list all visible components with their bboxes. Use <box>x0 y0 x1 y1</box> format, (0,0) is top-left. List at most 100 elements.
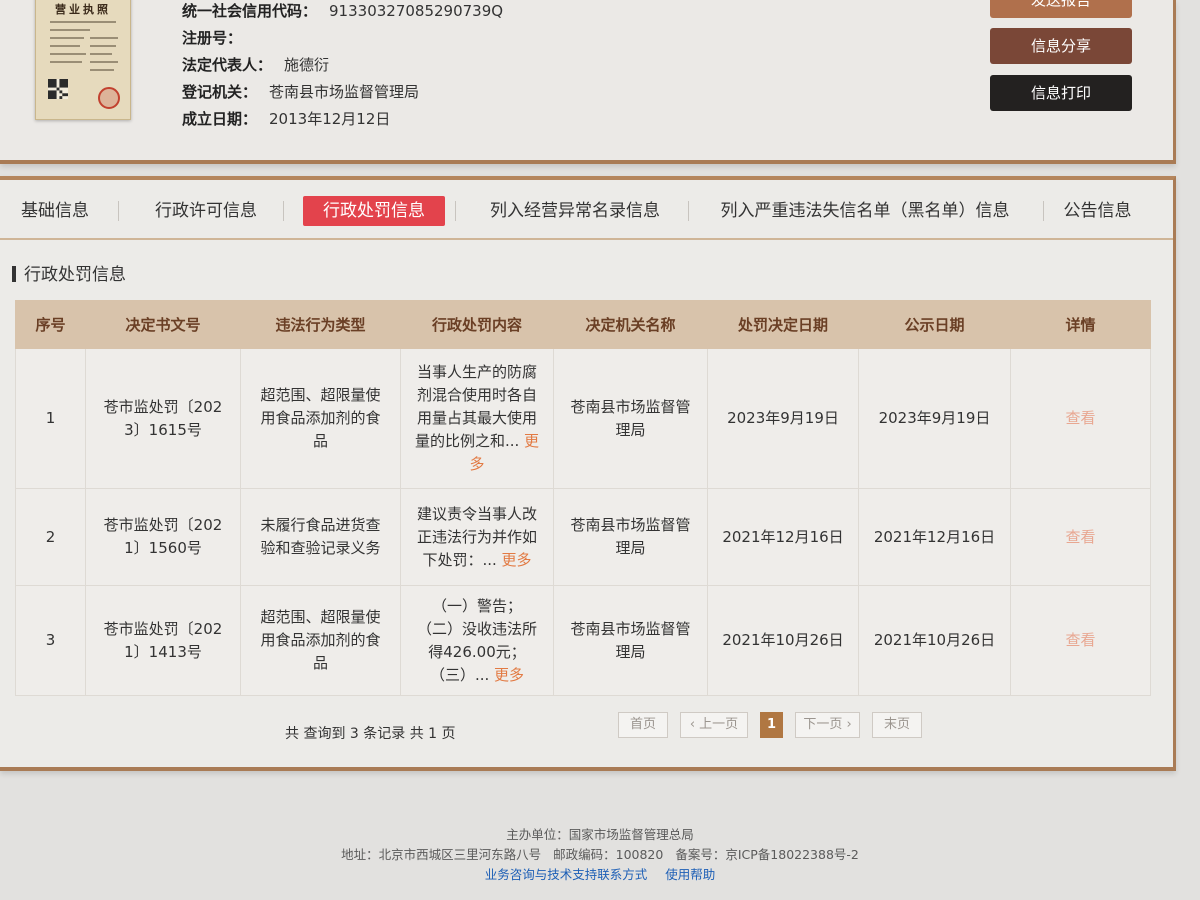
cell-penalty-content: 当事人生产的防腐剂混合使用时各自用量占其最大使用量的比例之和... 更多 <box>400 348 554 489</box>
tab-bar: 基础信息 行政许可信息 行政处罚信息 列入经营异常名录信息 列入严重违法失信名单… <box>0 180 1173 240</box>
first-page-button[interactable]: 首页 <box>618 712 668 738</box>
help-link[interactable]: 使用帮助 <box>665 867 715 882</box>
detail-card: 基础信息 行政许可信息 行政处罚信息 列入经营异常名录信息 列入严重违法失信名单… <box>0 176 1176 771</box>
current-page-button[interactable]: 1 <box>760 712 783 738</box>
col-header-detail: 详情 <box>1010 300 1151 349</box>
tab-basic-info[interactable]: 基础信息 <box>5 196 105 226</box>
cell-detail: 查看 <box>1010 488 1151 586</box>
cell-decision-date: 2021年10月26日 <box>707 585 859 696</box>
tab-divider <box>118 201 119 221</box>
record-count-summary: 共 查询到 3 条记录 共 1 页 <box>285 726 456 742</box>
business-license-thumbnail[interactable]: 营业执照 <box>35 0 131 120</box>
qr-code-icon <box>48 79 68 99</box>
cell-authority: 苍南县市场监督管理局 <box>553 488 708 586</box>
tab-divider <box>283 201 284 221</box>
footer-sponsor: 主办单位：国家市场监督管理总局 <box>506 827 694 842</box>
cell-decision-number: 苍市监处罚〔2023〕1615号 <box>85 348 241 489</box>
seal-stamp-icon <box>98 87 120 109</box>
cell-violation-type: 超范围、超限量使用食品添加剂的食品 <box>240 585 401 696</box>
last-page-button[interactable]: 末页 <box>872 712 922 738</box>
table-row: 2 苍市监处罚〔2021〕1560号 未履行食品进货查验和查验记录义务 建议责令… <box>15 488 1151 586</box>
license-text-line <box>90 69 114 71</box>
share-info-button[interactable]: 信息分享 <box>990 28 1132 64</box>
col-header-violation-type: 违法行为类型 <box>240 300 401 349</box>
more-link[interactable]: 更多 <box>502 551 532 569</box>
field-establishment-date: 成立日期： 2013年12月12日 <box>182 106 503 133</box>
field-value: 2013年12月12日 <box>269 110 391 128</box>
field-credit-code: 统一社会信用代码： 91330327085290739Q <box>182 0 503 25</box>
col-header-publish-date: 公示日期 <box>858 300 1011 349</box>
next-page-button[interactable]: 下一页 › <box>795 712 860 738</box>
field-legal-representative: 法定代表人： 施德衍 <box>182 52 503 79</box>
cell-publish-date: 2021年12月16日 <box>858 488 1011 586</box>
tab-divider <box>1043 201 1044 221</box>
previous-page-button[interactable]: ‹ 上一页 <box>680 712 748 738</box>
license-text-line <box>50 53 86 55</box>
view-detail-link[interactable]: 查看 <box>1065 631 1095 649</box>
cell-index: 2 <box>15 488 86 586</box>
license-text-line <box>90 37 118 39</box>
table-header-row: 序号 决定书文号 违法行为类型 行政处罚内容 决定机关名称 处罚决定日期 公示日… <box>15 300 1151 349</box>
field-registration-authority: 登记机关： 苍南县市场监督管理局 <box>182 79 503 106</box>
cell-detail: 查看 <box>1010 348 1151 489</box>
footer-links: 业务咨询与技术支持联系方式 使用帮助 <box>0 865 1200 885</box>
license-text-line <box>90 45 116 47</box>
site-footer: 主办单位：国家市场监督管理总局 地址：北京市西城区三里河东路八号 邮政编码：100… <box>0 825 1200 885</box>
view-detail-link[interactable]: 查看 <box>1065 528 1095 546</box>
footer-address: 地址：北京市西城区三里河东路八号 <box>341 847 542 862</box>
table-row: 3 苍市监处罚〔2021〕1413号 超范围、超限量使用食品添加剂的食品 （一）… <box>15 585 1151 696</box>
more-link[interactable]: 更多 <box>494 666 524 684</box>
pagination: 首页 ‹ 上一页 1 下一页 › 末页 <box>618 712 922 738</box>
field-value: 施德衍 <box>284 56 330 74</box>
license-text-line <box>90 53 112 55</box>
section-title-text: 行政处罚信息 <box>24 265 126 285</box>
license-text-line <box>50 29 90 31</box>
support-contact-link[interactable]: 业务咨询与技术支持联系方式 <box>485 867 648 882</box>
send-report-button[interactable]: 发送报告 <box>990 0 1132 18</box>
view-detail-link[interactable]: 查看 <box>1065 409 1095 427</box>
license-text-line <box>50 37 84 39</box>
table-row: 1 苍市监处罚〔2023〕1615号 超范围、超限量使用食品添加剂的食品 当事人… <box>15 348 1151 489</box>
footer-postcode: 邮政编码：100820 <box>553 847 664 862</box>
tab-administrative-license[interactable]: 行政许可信息 <box>146 196 266 226</box>
print-info-button[interactable]: 信息打印 <box>990 75 1132 111</box>
tab-announcements[interactable]: 公告信息 <box>1055 196 1140 226</box>
cell-publish-date: 2021年10月26日 <box>858 585 1011 696</box>
tab-serious-violation-blacklist[interactable]: 列入严重违法失信名单（黑名单）信息 <box>705 196 1025 226</box>
section-marker-icon <box>12 266 16 282</box>
penalty-table: 序号 决定书文号 违法行为类型 行政处罚内容 决定机关名称 处罚决定日期 公示日… <box>15 300 1151 696</box>
cell-penalty-content: 建议责令当事人改正违法行为并作如下处罚：... 更多 <box>400 488 554 586</box>
license-text-line <box>50 21 116 23</box>
license-text-line <box>50 61 82 63</box>
cell-publish-date: 2023年9月19日 <box>858 348 1011 489</box>
cell-authority: 苍南县市场监督管理局 <box>553 348 708 489</box>
field-label: 法定代表人： <box>182 56 273 74</box>
cell-violation-type: 超范围、超限量使用食品添加剂的食品 <box>240 348 401 489</box>
cell-violation-type: 未履行食品进货查验和查验记录义务 <box>240 488 401 586</box>
tab-administrative-penalty[interactable]: 行政处罚信息 <box>303 196 445 226</box>
cell-detail: 查看 <box>1010 585 1151 696</box>
col-header-index: 序号 <box>15 300 86 349</box>
cell-decision-date: 2021年12月16日 <box>707 488 859 586</box>
license-text-line <box>50 45 80 47</box>
footer-contact-line: 地址：北京市西城区三里河东路八号 邮政编码：100820 备案号：京ICP备1802… <box>0 845 1200 865</box>
tab-divider <box>688 201 689 221</box>
license-text-line <box>90 61 118 63</box>
field-label: 登记机关： <box>182 83 258 101</box>
field-label: 注册号： <box>182 29 243 47</box>
field-value: 91330327085290739Q <box>329 2 504 20</box>
penalty-content-text: 当事人生产的防腐剂混合使用时各自用量占其最大使用量的比例之和... <box>414 363 537 450</box>
cell-index: 3 <box>15 585 86 696</box>
field-label: 成立日期： <box>182 110 258 128</box>
col-header-authority: 决定机关名称 <box>553 300 708 349</box>
field-registration-number: 注册号： <box>182 25 503 52</box>
cell-penalty-content: （一）警告； （二）没收违法所得426.00元； （三）... 更多 <box>400 585 554 696</box>
tab-abnormal-operation-list[interactable]: 列入经营异常名录信息 <box>475 196 675 226</box>
col-header-decision-date: 处罚决定日期 <box>707 300 859 349</box>
cell-decision-number: 苍市监处罚〔2021〕1560号 <box>85 488 241 586</box>
section-title: 行政处罚信息 <box>12 263 126 287</box>
cell-decision-date: 2023年9月19日 <box>707 348 859 489</box>
cell-decision-number: 苍市监处罚〔2021〕1413号 <box>85 585 241 696</box>
license-title: 营业执照 <box>55 3 111 16</box>
field-label: 统一社会信用代码： <box>182 2 318 20</box>
